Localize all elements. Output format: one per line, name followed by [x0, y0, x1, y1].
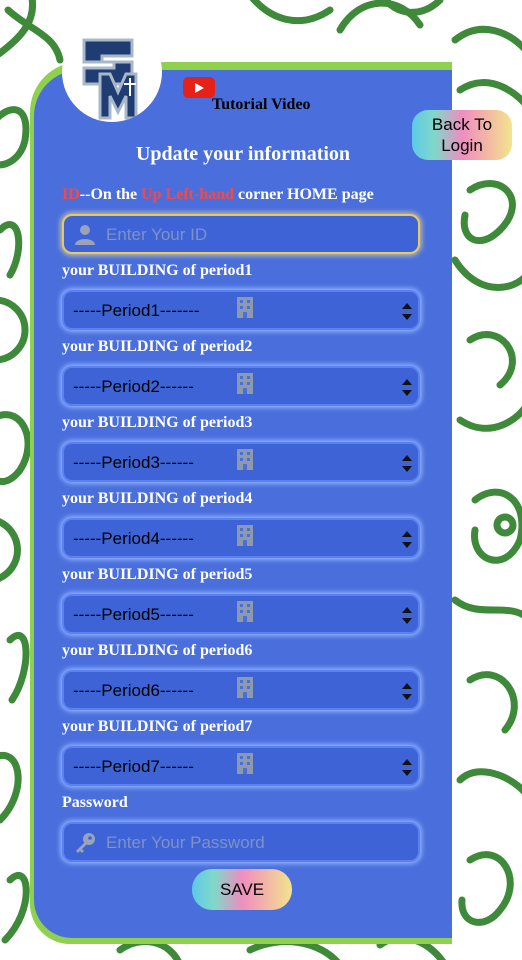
period3-selected: -----Period3------: [73, 453, 194, 472]
building-icon: [237, 449, 253, 470]
dropdown-arrows-icon: [402, 759, 412, 776]
period7-select[interactable]: -----Period7------: [62, 746, 420, 786]
dropdown-arrows-icon: [402, 455, 412, 472]
period6-select[interactable]: -----Period6------: [62, 670, 420, 710]
id-placeholder: Enter Your ID: [106, 225, 208, 244]
password-label: Password: [62, 794, 128, 811]
dropdown-arrows-icon: [402, 303, 412, 320]
period6-label: your BUILDING of period6: [62, 642, 253, 659]
building-icon: [237, 753, 253, 774]
school-logo: [62, 22, 162, 122]
id-input[interactable]: Enter Your ID: [62, 214, 420, 254]
id-instruction: ID--On the Up Left-hand corner HOME page: [62, 186, 374, 204]
period7-label: your BUILDING of period7: [62, 718, 253, 735]
key-icon: [76, 833, 95, 853]
period3-select[interactable]: -----Period3------: [62, 442, 420, 482]
period1-selected: -----Period1-------: [73, 301, 200, 320]
tutorial-video-link[interactable]: Tutorial Video: [212, 96, 311, 114]
period4-label: your BUILDING of period4: [62, 490, 253, 507]
building-icon: [237, 373, 253, 394]
id-instruction-part3: Up Left-hand: [141, 186, 235, 203]
password-placeholder: Enter Your Password: [106, 833, 265, 852]
youtube-play-icon[interactable]: [183, 77, 215, 98]
period4-selected: -----Period4------: [73, 529, 194, 548]
period1-label: your BUILDING of period1: [62, 262, 253, 279]
period2-selected: -----Period2------: [73, 377, 194, 396]
period1-select[interactable]: -----Period1-------: [62, 290, 420, 330]
school-logo-icon: [82, 38, 138, 120]
period6-selected: -----Period6------: [73, 681, 194, 700]
user-icon: [75, 225, 95, 245]
save-button[interactable]: SAVE: [192, 869, 292, 910]
dropdown-arrows-icon: [402, 379, 412, 396]
period4-select[interactable]: -----Period4------: [62, 518, 420, 558]
period2-select[interactable]: -----Period2------: [62, 366, 420, 406]
back-to-login-label-1: Back To: [431, 115, 493, 134]
period3-label: your BUILDING of period3: [62, 414, 253, 431]
form-title: Update your information: [135, 143, 351, 165]
period5-label: your BUILDING of period5: [62, 566, 253, 583]
building-icon: [237, 677, 253, 698]
password-input[interactable]: Enter Your Password: [62, 822, 420, 862]
building-icon: [237, 525, 253, 546]
period2-label: your BUILDING of period2: [62, 338, 253, 355]
building-icon: [237, 601, 253, 622]
dropdown-arrows-icon: [402, 607, 412, 624]
period7-selected: -----Period7------: [73, 757, 194, 776]
period5-selected: -----Period5------: [73, 605, 194, 624]
dropdown-arrows-icon: [402, 683, 412, 700]
id-instruction-part4: corner HOME page: [234, 186, 374, 203]
building-icon: [237, 297, 253, 318]
period5-select[interactable]: -----Period5------: [62, 594, 420, 634]
id-instruction-part2: --On the: [79, 186, 142, 203]
dropdown-arrows-icon: [402, 531, 412, 548]
id-instruction-part1: ID: [62, 186, 80, 203]
